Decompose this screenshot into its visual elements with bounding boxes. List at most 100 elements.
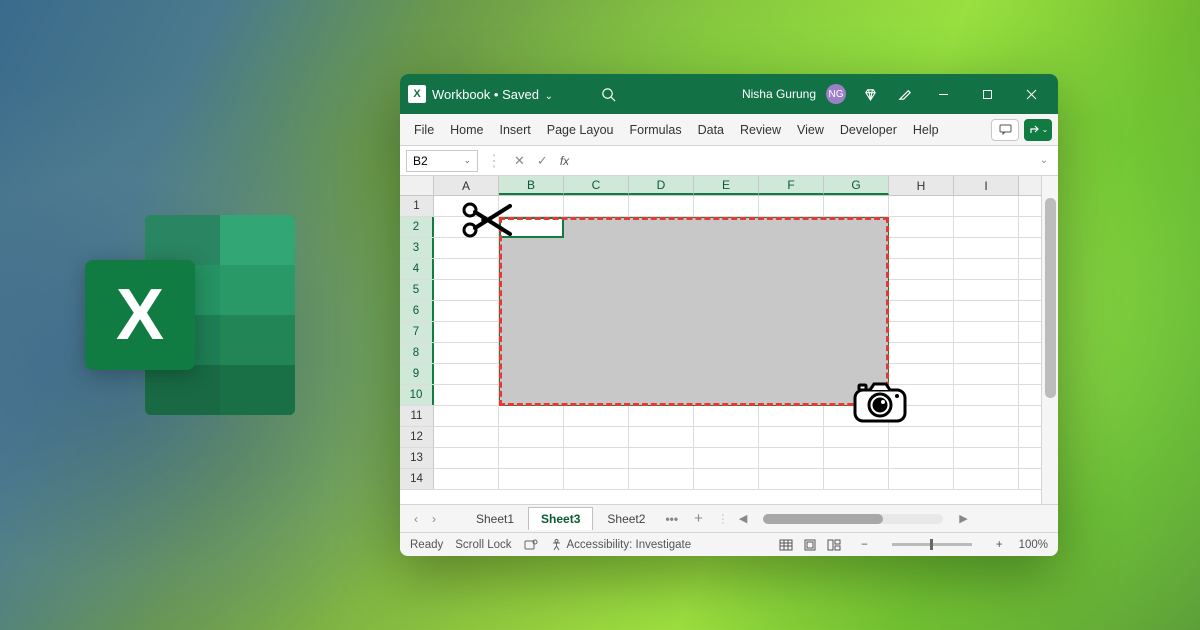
cell[interactable] xyxy=(434,469,499,489)
cell[interactable] xyxy=(434,259,499,279)
zoom-in[interactable]: + xyxy=(992,539,1007,551)
sheet-tab-1[interactable]: Sheet1 xyxy=(464,508,526,530)
cell[interactable] xyxy=(824,196,889,216)
maximize-button[interactable] xyxy=(968,74,1006,114)
cell[interactable] xyxy=(434,322,499,342)
cell[interactable] xyxy=(499,427,564,447)
horizontal-scrollbar[interactable] xyxy=(763,514,943,524)
row-header-6[interactable]: 6 xyxy=(400,301,434,321)
search-icon[interactable] xyxy=(595,80,623,108)
cell[interactable] xyxy=(629,427,694,447)
cell[interactable] xyxy=(629,448,694,468)
macro-record-icon[interactable] xyxy=(524,539,538,551)
tab-file[interactable]: File xyxy=(406,114,442,145)
cell[interactable] xyxy=(434,427,499,447)
tab-formulas[interactable]: Formulas xyxy=(622,114,690,145)
cell[interactable] xyxy=(564,406,629,426)
cell[interactable] xyxy=(564,448,629,468)
row-header-13[interactable]: 13 xyxy=(400,448,434,468)
cell[interactable] xyxy=(759,448,824,468)
cell[interactable] xyxy=(954,343,1019,363)
cell[interactable] xyxy=(564,196,629,216)
cell[interactable] xyxy=(434,385,499,405)
sheet-nav-next[interactable]: › xyxy=(426,512,442,526)
tab-view[interactable]: View xyxy=(789,114,832,145)
diamond-icon[interactable] xyxy=(856,80,884,108)
hscroll-left[interactable]: ◀ xyxy=(735,512,751,525)
cell[interactable] xyxy=(954,406,1019,426)
cell[interactable] xyxy=(889,427,954,447)
row-header-12[interactable]: 12 xyxy=(400,427,434,447)
accessibility-status[interactable]: Accessibility: Investigate xyxy=(550,538,692,551)
cell[interactable] xyxy=(889,259,954,279)
view-pagelayout-icon[interactable] xyxy=(799,536,821,554)
cell[interactable] xyxy=(759,427,824,447)
cancel-formula-icon[interactable]: ✕ xyxy=(510,153,529,169)
cell[interactable] xyxy=(889,448,954,468)
tab-review[interactable]: Review xyxy=(732,114,789,145)
cell[interactable] xyxy=(434,406,499,426)
cell[interactable] xyxy=(694,469,759,489)
cell[interactable] xyxy=(954,259,1019,279)
col-header-D[interactable]: D xyxy=(629,176,694,195)
cell[interactable] xyxy=(694,448,759,468)
workbook-title[interactable]: Workbook • Saved ⌄ xyxy=(432,87,553,102)
cell[interactable] xyxy=(889,238,954,258)
row-header-14[interactable]: 14 xyxy=(400,469,434,489)
cell[interactable] xyxy=(434,364,499,384)
cell[interactable] xyxy=(434,280,499,300)
row-header-1[interactable]: 1 xyxy=(400,196,434,216)
tab-help[interactable]: Help xyxy=(905,114,947,145)
cell[interactable] xyxy=(889,217,954,237)
cell[interactable] xyxy=(954,238,1019,258)
cell[interactable] xyxy=(954,448,1019,468)
select-all-corner[interactable] xyxy=(400,176,434,195)
cell[interactable] xyxy=(824,448,889,468)
cell[interactable] xyxy=(824,469,889,489)
cell[interactable] xyxy=(434,343,499,363)
col-header-G[interactable]: G xyxy=(824,176,889,195)
cell[interactable] xyxy=(889,280,954,300)
row-header-11[interactable]: 11 xyxy=(400,406,434,426)
cell[interactable] xyxy=(759,406,824,426)
cell[interactable] xyxy=(954,217,1019,237)
expand-formula-icon[interactable]: ⌄ xyxy=(1036,155,1052,166)
minimize-button[interactable] xyxy=(924,74,962,114)
row-header-5[interactable]: 5 xyxy=(400,280,434,300)
tab-data[interactable]: Data xyxy=(690,114,732,145)
add-sheet-button[interactable]: + xyxy=(686,510,711,527)
col-header-C[interactable]: C xyxy=(564,176,629,195)
vertical-scrollbar[interactable] xyxy=(1041,176,1058,504)
user-avatar[interactable]: NG xyxy=(826,84,846,104)
cell[interactable] xyxy=(499,469,564,489)
cell[interactable] xyxy=(434,448,499,468)
sheet-tab-3[interactable]: Sheet3 xyxy=(528,507,593,530)
cell[interactable] xyxy=(889,322,954,342)
cell[interactable] xyxy=(954,469,1019,489)
cell[interactable] xyxy=(564,469,629,489)
cell[interactable] xyxy=(889,196,954,216)
cell[interactable] xyxy=(434,301,499,321)
cell[interactable] xyxy=(954,322,1019,342)
formula-input[interactable] xyxy=(577,150,1031,172)
col-header-B[interactable]: B xyxy=(499,176,564,195)
col-header-H[interactable]: H xyxy=(889,176,954,195)
cell[interactable] xyxy=(954,196,1019,216)
cell[interactable] xyxy=(759,196,824,216)
sheet-tab-2[interactable]: Sheet2 xyxy=(595,508,657,530)
cell[interactable] xyxy=(499,448,564,468)
view-normal-icon[interactable] xyxy=(775,536,797,554)
cell[interactable] xyxy=(954,385,1019,405)
close-button[interactable] xyxy=(1012,74,1050,114)
row-header-2[interactable]: 2 xyxy=(400,217,434,237)
zoom-out[interactable]: − xyxy=(857,539,872,551)
col-header-F[interactable]: F xyxy=(759,176,824,195)
cell[interactable] xyxy=(694,196,759,216)
sheet-more-icon[interactable]: ••• xyxy=(659,512,684,526)
share-button[interactable]: ⌄ xyxy=(1024,119,1052,141)
spreadsheet-grid[interactable]: ABCDEFGHI 1234567891011121314 xyxy=(400,176,1041,504)
tab-developer[interactable]: Developer xyxy=(832,114,905,145)
zoom-level[interactable]: 100% xyxy=(1019,539,1048,551)
cell[interactable] xyxy=(629,196,694,216)
row-header-8[interactable]: 8 xyxy=(400,343,434,363)
